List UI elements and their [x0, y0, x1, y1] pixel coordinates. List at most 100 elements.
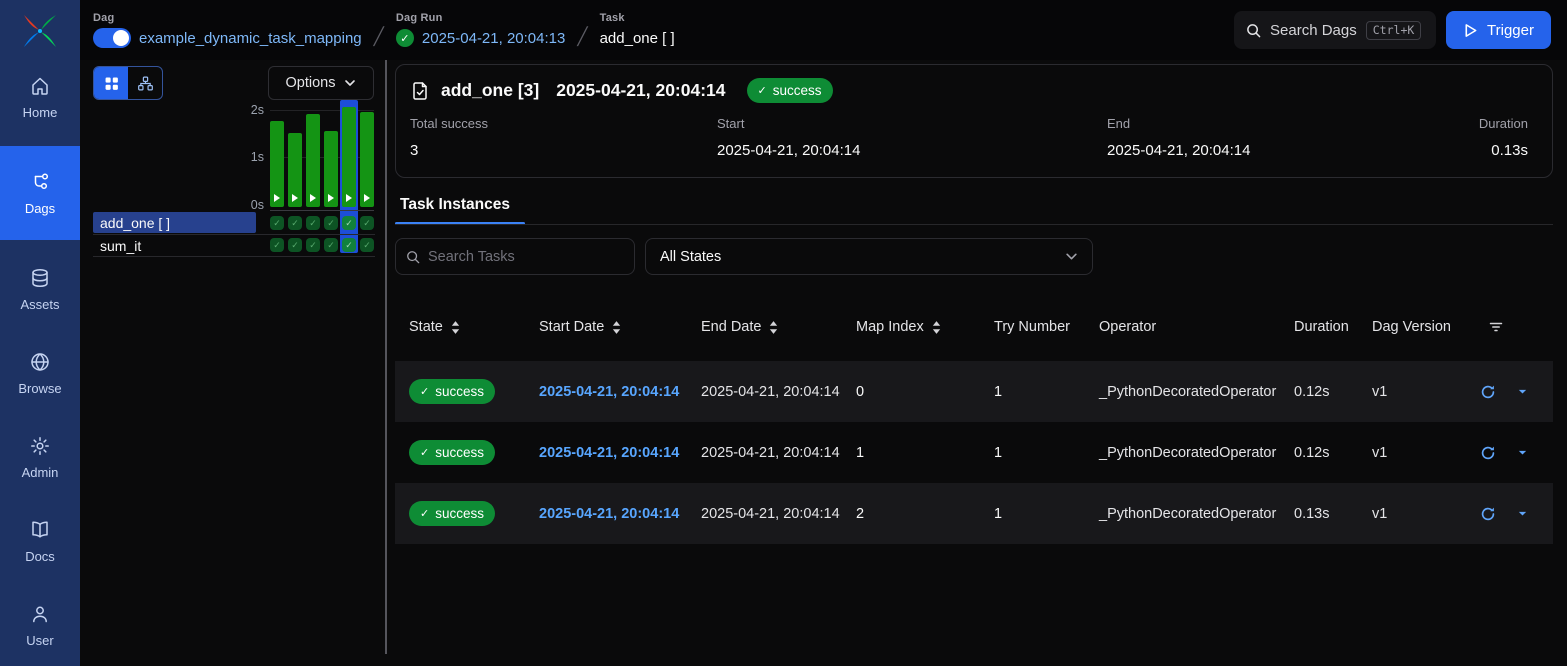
task-instance-square[interactable]: ✓ — [360, 216, 374, 230]
end-date-cell: 2025-04-21, 20:04:14 — [687, 506, 842, 522]
sidebar-item-label: Dags — [25, 201, 55, 216]
x-axis-line — [270, 210, 374, 211]
stat-label: Total success — [410, 116, 717, 131]
row-menu-button[interactable] — [1517, 386, 1528, 397]
sidebar-item-assets[interactable]: Assets — [0, 254, 80, 324]
task-instance-square[interactable]: ✓ — [324, 238, 338, 252]
column-header-dag-version: Dag Version — [1358, 319, 1470, 335]
trigger-button-label: Trigger — [1487, 22, 1534, 39]
run-duration-bar[interactable] — [270, 121, 284, 207]
task-name[interactable]: add_one [ ] — [93, 215, 170, 231]
breadcrumb-dag-run-label: Dag Run — [396, 12, 565, 24]
start-date-link[interactable]: 2025-04-21, 20:04:14 — [525, 445, 687, 461]
start-date-link[interactable]: 2025-04-21, 20:04:14 — [525, 506, 687, 522]
start-date-link[interactable]: 2025-04-21, 20:04:14 — [525, 384, 687, 400]
dag-version-cell: v1 — [1358, 445, 1470, 461]
check-icon: ✓ — [327, 219, 335, 228]
table-row[interactable]: ✓success2025-04-21, 20:04:142025-04-21, … — [395, 422, 1553, 483]
graph-view-button[interactable] — [128, 67, 162, 99]
sort-icon[interactable] — [767, 320, 780, 335]
run-duration-bar[interactable] — [342, 107, 356, 207]
run-duration-bar[interactable] — [306, 114, 320, 207]
stat-value: 0.13s — [1479, 142, 1528, 159]
sidebar-item-browse[interactable]: Browse — [0, 338, 80, 408]
airflow-logo[interactable] — [0, 0, 80, 62]
column-header-try-number: Try Number — [980, 319, 1085, 335]
column-header-end-date[interactable]: End Date — [687, 319, 842, 335]
task-instance-square[interactable]: ✓ — [288, 238, 302, 252]
task-name[interactable]: sum_it — [93, 238, 141, 254]
row-menu-button[interactable] — [1517, 508, 1528, 519]
dag-pause-toggle[interactable] — [93, 28, 131, 48]
trigger-button[interactable]: Trigger — [1446, 11, 1551, 49]
sidebar-item-user[interactable]: User — [0, 590, 80, 660]
task-instance-square[interactable]: ✓ — [306, 238, 320, 252]
sort-icon[interactable] — [930, 320, 943, 335]
dag-name-link[interactable]: example_dynamic_task_mapping — [139, 30, 362, 47]
tab-task-instances[interactable]: Task Instances — [400, 196, 510, 214]
check-icon: ✓ — [758, 84, 767, 97]
map-index-cell: 0 — [842, 384, 980, 400]
play-icon — [363, 194, 371, 202]
table-row[interactable]: ✓success2025-04-21, 20:04:142025-04-21, … — [395, 361, 1553, 422]
grid-view-button[interactable] — [94, 67, 128, 99]
operator-cell: _PythonDecoratedOperator — [1085, 506, 1280, 522]
clear-task-button[interactable] — [1480, 384, 1496, 400]
sort-icon[interactable] — [610, 320, 623, 335]
globe-icon — [29, 351, 51, 373]
column-header-actions — [1470, 319, 1553, 335]
end-date-cell: 2025-04-21, 20:04:14 — [687, 445, 842, 461]
column-header-map-index[interactable]: Map Index — [842, 319, 980, 335]
check-icon: ✓ — [273, 241, 281, 250]
run-duration-bar[interactable] — [288, 133, 302, 207]
caret-down-icon — [1517, 508, 1528, 519]
sidebar-item-home[interactable]: Home — [0, 62, 80, 132]
stat-label: Start — [717, 116, 1107, 131]
task-instance-square[interactable]: ✓ — [306, 216, 320, 230]
search-dags-input[interactable]: Search Dags Ctrl+K — [1234, 11, 1436, 49]
dag-run-link[interactable]: 2025-04-21, 20:04:13 — [422, 30, 565, 47]
keyboard-shortcut-badge: Ctrl+K — [1366, 21, 1422, 40]
task-instance-square[interactable]: ✓ — [324, 216, 338, 230]
try-number-cell: 1 — [980, 445, 1085, 461]
clear-task-button[interactable] — [1480, 506, 1496, 522]
map-index-cell: 2 — [842, 506, 980, 522]
operator-cell: _PythonDecoratedOperator — [1085, 384, 1280, 400]
task-instance-square[interactable]: ✓ — [342, 238, 356, 252]
dag-run-success-icon: ✓ — [396, 29, 414, 47]
column-header-start-date[interactable]: Start Date — [525, 319, 687, 335]
state-cell: ✓success — [395, 501, 525, 526]
filter-icon[interactable] — [1488, 319, 1504, 335]
row-menu-button[interactable] — [1517, 447, 1528, 458]
duration-cell: 0.12s — [1280, 384, 1358, 400]
check-icon: ✓ — [309, 219, 317, 228]
run-duration-chart-bars — [270, 60, 374, 207]
play-icon — [273, 194, 281, 202]
tabs-divider — [395, 224, 1553, 225]
task-instance-square[interactable]: ✓ — [288, 216, 302, 230]
task-name-value: add_one [ ] — [600, 30, 675, 47]
run-duration-bar[interactable] — [324, 131, 338, 207]
sidebar-item-dags[interactable]: Dags — [0, 146, 80, 240]
task-summary-timestamp: 2025-04-21, 20:04:14 — [556, 80, 725, 101]
sidebar-item-docs[interactable]: Docs — [0, 506, 80, 576]
user-icon — [29, 603, 51, 625]
task-instance-square[interactable]: ✓ — [360, 238, 374, 252]
sort-icon[interactable] — [449, 320, 462, 335]
task-instance-square[interactable]: ✓ — [270, 216, 284, 230]
run-duration-bar[interactable] — [360, 112, 374, 207]
search-tasks-input[interactable]: Search Tasks — [395, 238, 635, 275]
try-number-cell: 1 — [980, 384, 1085, 400]
check-icon: ✓ — [309, 241, 317, 250]
task-instances-rows: ✓success2025-04-21, 20:04:142025-04-21, … — [395, 361, 1553, 544]
sidebar-item-admin[interactable]: Admin — [0, 422, 80, 492]
column-header-state[interactable]: State — [395, 319, 525, 335]
clear-task-button[interactable] — [1480, 445, 1496, 461]
table-row[interactable]: ✓success2025-04-21, 20:04:142025-04-21, … — [395, 483, 1553, 544]
gear-icon — [29, 435, 51, 457]
sidebar-item-label: Docs — [25, 549, 55, 564]
stat-value: 3 — [410, 142, 717, 159]
task-instance-square[interactable]: ✓ — [270, 238, 284, 252]
task-instance-square[interactable]: ✓ — [342, 216, 356, 230]
state-filter-select[interactable]: All States — [645, 238, 1093, 275]
